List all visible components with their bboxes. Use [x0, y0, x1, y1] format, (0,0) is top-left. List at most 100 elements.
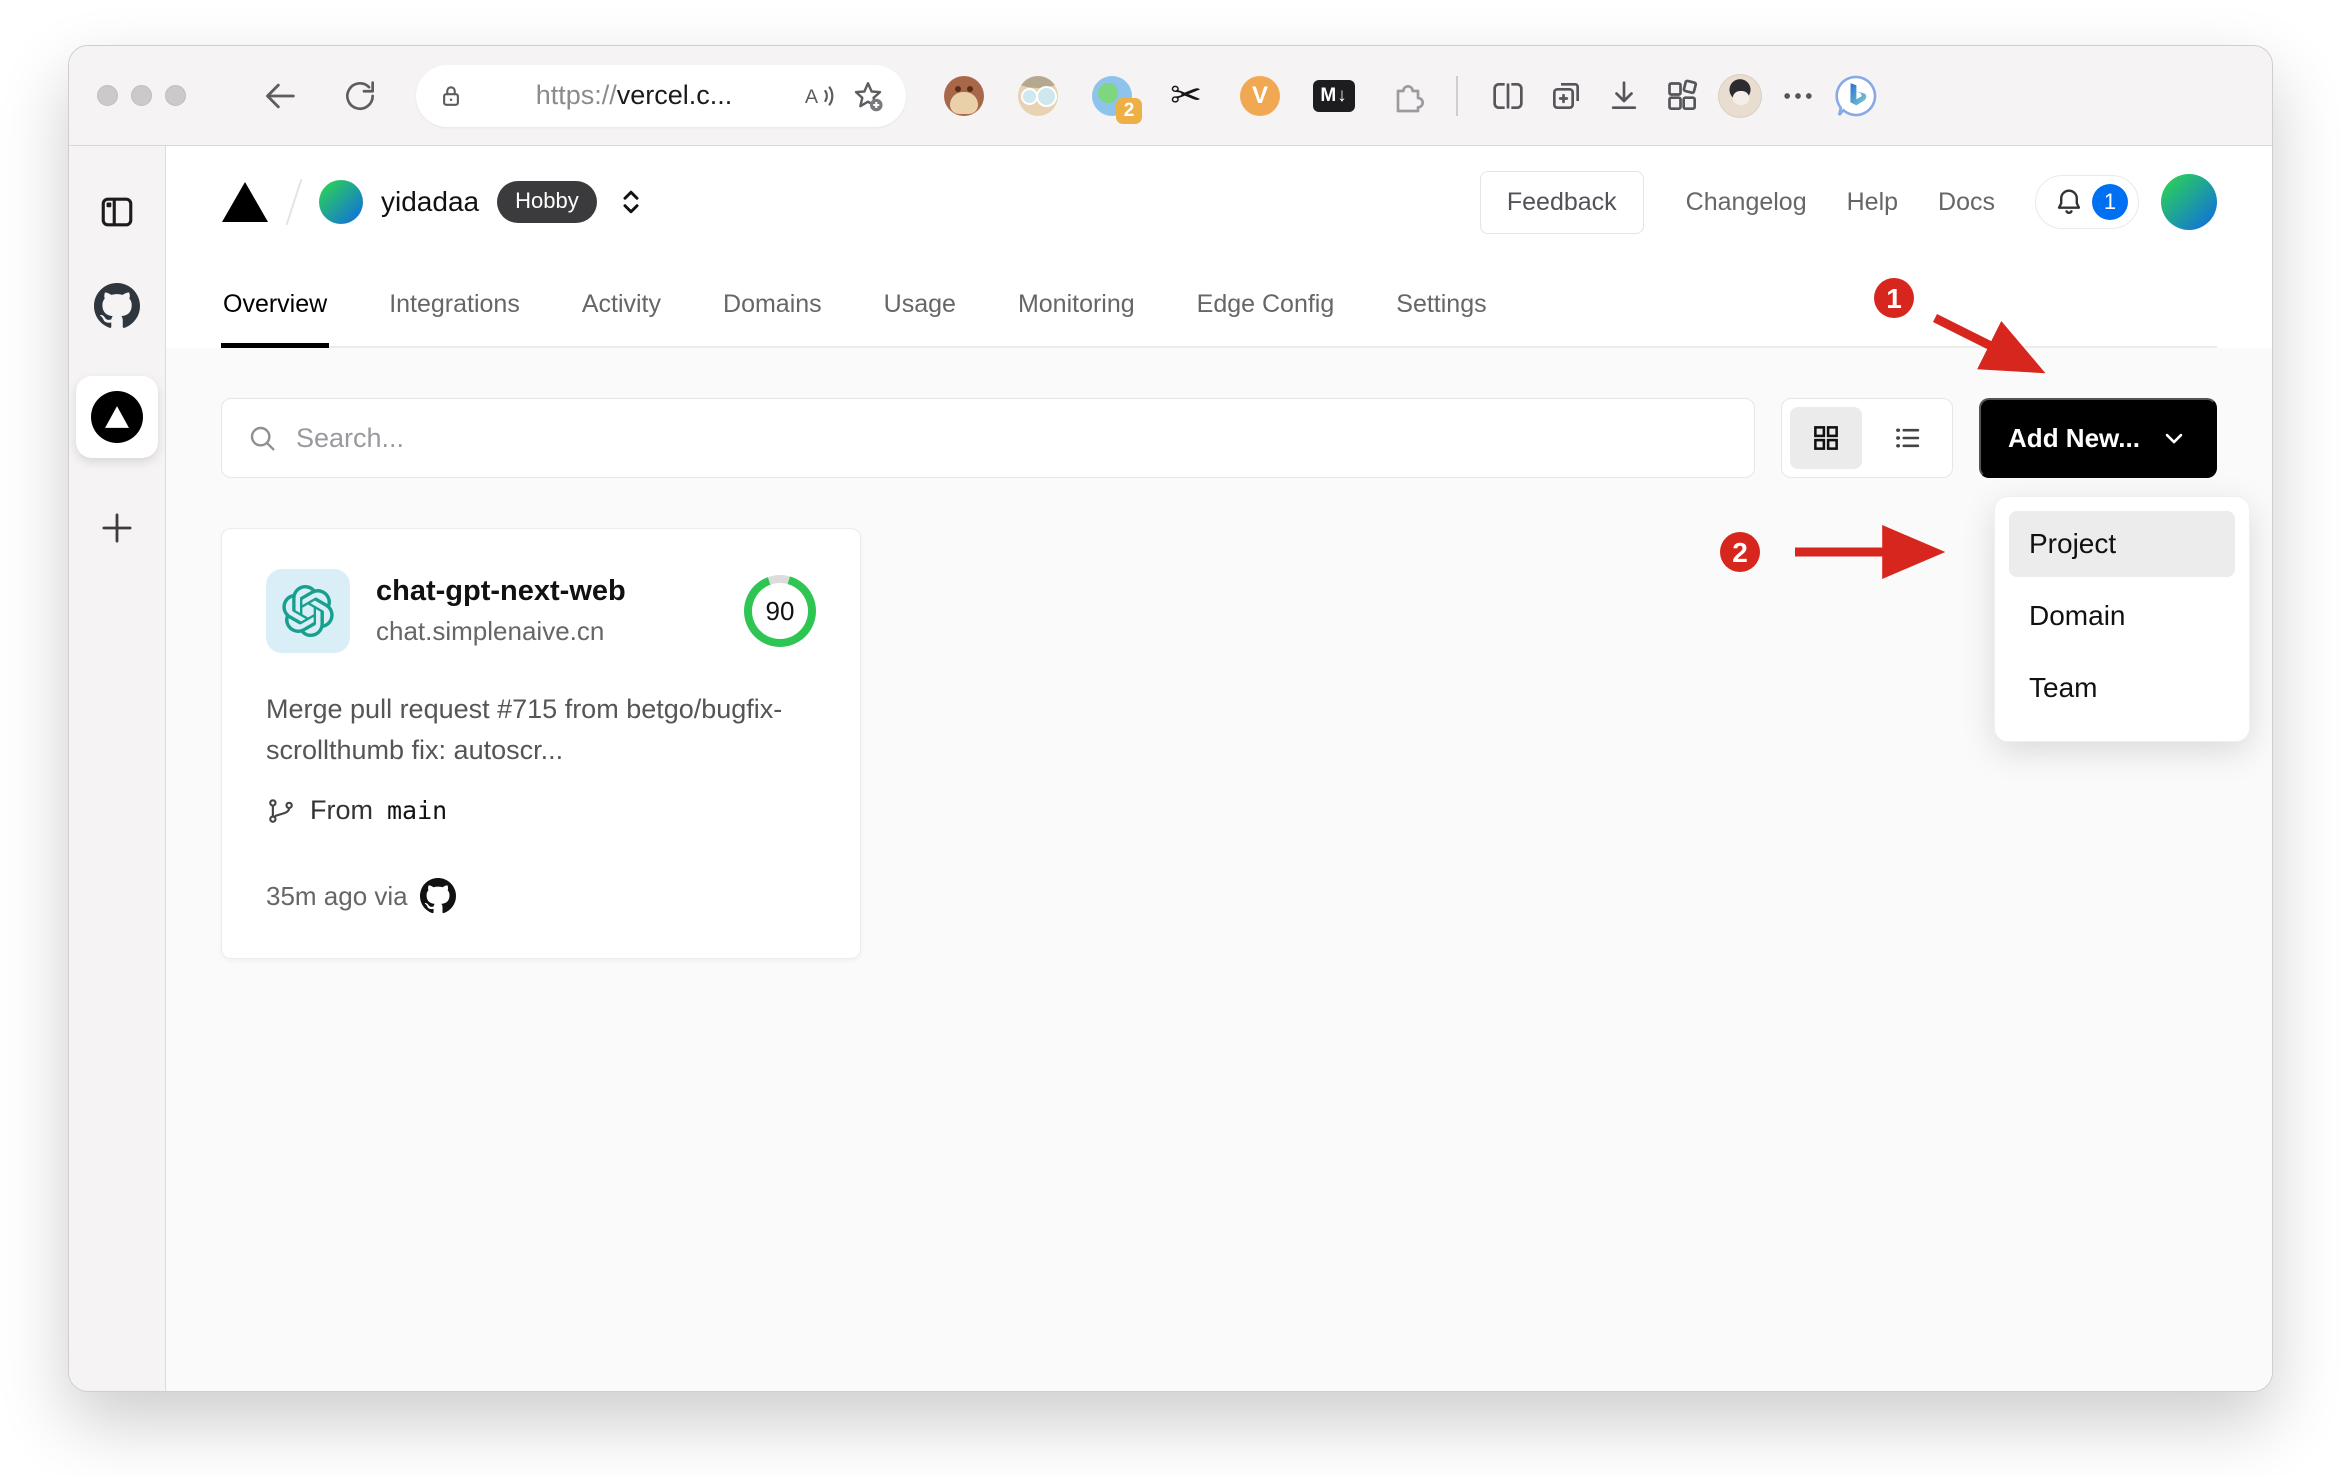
layout-panel-icon [101, 197, 133, 227]
plus-icon [102, 513, 132, 543]
profile-button[interactable] [1716, 72, 1764, 120]
nav-changelog[interactable]: Changelog [1686, 188, 1807, 217]
nav-docs[interactable]: Docs [1938, 188, 1995, 217]
chevron-down-icon [2165, 433, 2183, 444]
svg-text:A: A [805, 86, 819, 108]
dropdown-item-project[interactable]: Project [2009, 511, 2235, 577]
nav-help[interactable]: Help [1847, 188, 1898, 217]
user-avatar[interactable] [2161, 174, 2217, 230]
url-scheme: https:// [535, 80, 617, 110]
view-toggle [1781, 398, 1953, 478]
extensions-menu-button[interactable] [1386, 74, 1430, 118]
clipper-extension-icon[interactable]: ✂ [1164, 74, 1208, 118]
notification-count-badge: 1 [2092, 184, 2128, 220]
sidebar-add-button[interactable] [93, 504, 141, 552]
github-icon [94, 283, 140, 328]
sidebar-toggle-button[interactable] [93, 188, 141, 236]
close-window-button[interactable] [97, 85, 118, 106]
refresh-button[interactable] [336, 72, 384, 120]
search-icon [250, 426, 275, 451]
browser-window: https://vercel.c... A 2 ✂ V M↓ yidadaa H… [68, 45, 2273, 1392]
project-favicon [266, 569, 350, 653]
v-extension-icon[interactable]: V [1238, 74, 1282, 118]
tab-settings[interactable]: Settings [1394, 276, 1488, 348]
branch-name[interactable]: main [387, 796, 447, 825]
team-avatar[interactable] [319, 180, 363, 224]
traffic-lights[interactable] [97, 85, 186, 106]
apps-button[interactable] [1658, 72, 1706, 120]
collections-button[interactable] [1542, 72, 1590, 120]
tab-domains[interactable]: Domains [721, 276, 824, 348]
add-new-button[interactable]: Add New... [1979, 398, 2217, 478]
vercel-logo[interactable] [221, 181, 269, 223]
collections-icon [1553, 82, 1579, 109]
search-input[interactable] [296, 422, 1730, 454]
sidebar-item-github[interactable] [93, 282, 141, 330]
bing-chat-button[interactable] [1832, 72, 1880, 120]
github-source-icon [419, 878, 456, 914]
add-new-label: Add New... [2008, 422, 2140, 453]
project-name[interactable]: chat-gpt-next-web [376, 575, 744, 608]
project-card[interactable]: chat-gpt-next-web chat.simplenaive.cn 90… [221, 528, 861, 959]
list-view-button[interactable] [1872, 407, 1944, 469]
avatar-extension-icon[interactable] [1016, 74, 1060, 118]
v-badge-icon: V [1240, 75, 1280, 116]
team-name[interactable]: yidadaa [381, 186, 479, 218]
lock-icon [443, 85, 459, 106]
team-switcher-icon[interactable] [613, 184, 649, 220]
dropdown-item-team[interactable]: Team [2009, 655, 2235, 721]
puzzle-icon [1396, 84, 1424, 112]
ellipsis-icon [1784, 92, 1812, 99]
minimize-window-button[interactable] [131, 85, 152, 106]
tab-monitoring[interactable]: Monitoring [1016, 276, 1137, 348]
branch-label: From [310, 795, 373, 825]
search-box[interactable] [221, 398, 1755, 478]
tab-edge-config[interactable]: Edge Config [1195, 276, 1337, 348]
dropdown-item-domain[interactable]: Domain [2009, 583, 2235, 649]
score-ring: 90 [744, 575, 816, 647]
downloads-button[interactable] [1600, 72, 1648, 120]
notifications-button[interactable]: 1 [2035, 175, 2139, 229]
split-screen-button[interactable] [1484, 72, 1532, 120]
split-screen-icon [1493, 82, 1523, 109]
scissors-icon: ✂ [1170, 74, 1202, 117]
sidebar-item-vercel-active[interactable] [76, 376, 158, 458]
person-glasses-icon [1018, 75, 1058, 116]
grid-view-icon [1814, 426, 1838, 450]
list-view-icon [1896, 428, 1920, 448]
read-aloud-icon[interactable]: A [802, 79, 836, 113]
settings-more-button[interactable] [1774, 72, 1822, 120]
favorite-star-icon[interactable] [850, 78, 886, 114]
score-value: 90 [752, 583, 808, 639]
openai-logo-icon [282, 585, 334, 637]
bell-icon [2057, 189, 2081, 214]
translate-extension-icon[interactable]: 2 [1090, 74, 1142, 124]
vercel-header: yidadaa Hobby Feedback Changelog Help Do… [166, 146, 2272, 348]
web-content: yidadaa Hobby Feedback Changelog Help Do… [166, 146, 2272, 1391]
tampermonkey-extension-icon[interactable] [942, 74, 986, 118]
branch-row: From main [266, 795, 816, 826]
commit-message[interactable]: Merge pull request #715 from betgo/bugfi… [266, 689, 816, 771]
tab-overview[interactable]: Overview [221, 276, 330, 348]
markdown-extension-icon[interactable]: M↓ [1312, 74, 1356, 118]
markdown-download-icon: M↓ [1313, 79, 1355, 112]
extensions-row: 2 ✂ V M↓ [942, 74, 1430, 124]
apps-grid-icon [1668, 79, 1698, 110]
address-bar[interactable]: https://vercel.c... A [416, 64, 906, 127]
plan-badge: Hobby [497, 181, 597, 223]
tab-activity[interactable]: Activity [580, 276, 663, 348]
vercel-app-icon [91, 391, 143, 443]
breadcrumb-slash [285, 178, 303, 226]
tab-integrations[interactable]: Integrations [387, 276, 522, 348]
dashboard-tabs: Overview Integrations Activity Domains U… [221, 258, 2217, 348]
tab-usage[interactable]: Usage [882, 276, 958, 348]
project-domain[interactable]: chat.simplenaive.cn [376, 616, 744, 647]
zoom-window-button[interactable] [165, 85, 186, 106]
feedback-button[interactable]: Feedback [1479, 170, 1644, 234]
monkey-icon [944, 75, 984, 116]
back-button[interactable] [256, 72, 304, 120]
grid-view-button[interactable] [1790, 407, 1862, 469]
back-arrow-icon [266, 83, 295, 108]
browser-toolbar: https://vercel.c... A 2 ✂ V M↓ [69, 46, 2272, 146]
edge-sidebar [69, 146, 166, 1391]
